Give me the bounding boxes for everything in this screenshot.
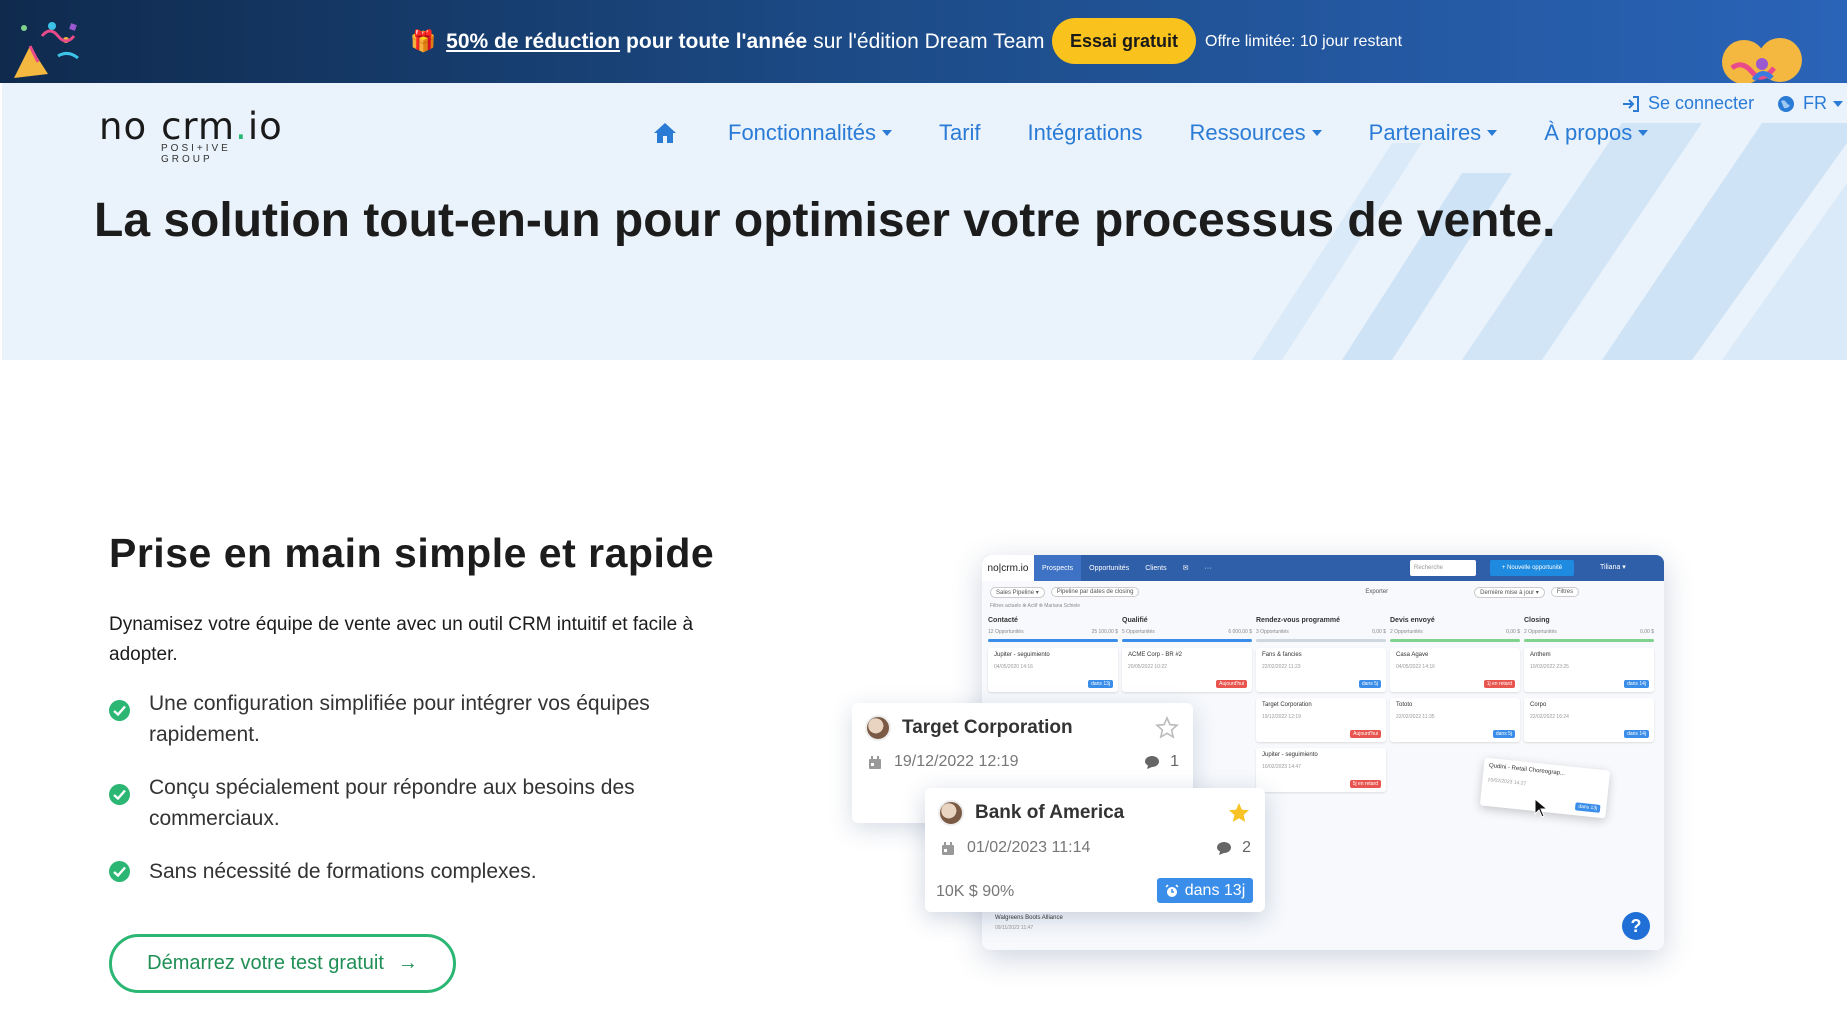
login-link[interactable]: Se connecter [1622,93,1754,114]
hero-title: La solution tout-en-un pour optimiser vo… [94,194,1556,247]
mock-user: Tiliana ▾ [1600,564,1626,571]
mock-column-title: Contacté [988,617,1018,624]
calendar-icon [942,842,954,855]
comment-icon [1217,841,1232,855]
card-date: 19/12/2022 12:19 [894,753,1019,770]
gift-icon: 🎁 [410,29,437,53]
arrow-right-icon: → [397,952,418,974]
mock-card: Anthem 10/03/2022 23:25 dans 14j [1524,648,1654,692]
mock-new-button: + Nouvelle opportunité [1490,560,1574,576]
list-item: Une configuration simplifiée pour intégr… [109,688,749,750]
promo-discount-link[interactable]: 50% de réduction [446,30,620,54]
promo-banner: 🎁 50% de réduction pour toute l'année su… [0,0,1847,83]
mock-toolbar: Sales Pipeline ▾ Pipeline par dates de c… [982,581,1664,603]
globe-icon [1778,95,1794,112]
mock-tab: ✉ [1182,565,1189,572]
language-selector[interactable]: FR [1777,93,1843,114]
due-badge: dans 13j [1157,878,1253,903]
chevron-down-icon [1638,130,1649,136]
list-item: Sans nécessité de formations complexes. [109,856,749,887]
confetti-icon [14,22,79,78]
list-item: Conçu spécialement pour répondre aux bes… [109,772,749,834]
chevron-down-icon [881,130,892,136]
avatar [938,800,964,826]
help-icon[interactable]: ? [1622,912,1650,940]
nav-pricing[interactable]: Tarif [939,120,981,146]
nav-features[interactable]: Fonctionnalités [728,120,892,146]
mock-column-title: Qualifié [1122,617,1148,624]
start-free-trial-button[interactable]: Démarrez votre test gratuit → [109,934,456,993]
mock-topbar: no|crm.io Prospects Opportunités Clients… [982,555,1664,581]
card-title: Target Corporation [902,717,1073,738]
balloons-icon [1722,38,1802,83]
nav-about[interactable]: À propos [1544,120,1649,146]
feature-title: Prise en main simple et rapide [109,530,715,576]
mock-column-meta: 5 Opportunités 6 000,00 $ [1122,629,1252,635]
nav-integrations[interactable]: Intégrations [1028,120,1143,146]
free-trial-button[interactable]: Essai gratuit [1052,18,1196,64]
comment-icon [1145,755,1160,769]
alarm-icon [1165,883,1179,897]
login-icon [1623,95,1639,112]
mock-card: Tototo 22/02/2022 11:35 dans 5j [1390,698,1520,742]
mock-card: Jupiter - seguimiento 04/05/2020 14:16 dan… [988,648,1118,692]
mock-card: Fans & fancies 22/02/2022 11:23 dans 5j [1256,648,1386,692]
mock-tab: Prospects [1034,555,1082,581]
mock-column-bar [1122,639,1252,642]
star-filled-icon[interactable] [1227,801,1251,825]
home-icon[interactable] [652,121,678,145]
card-title: Bank of America [975,802,1125,823]
star-outline-icon[interactable] [1155,716,1179,740]
mock-column-bar [1390,639,1520,642]
mock-card: Corpo 22/02/2022 16:24 dans 14j [1524,698,1654,742]
mock-card: ACME Corp - BR #2 20/05/2022 10:22 Aujourd… [1122,648,1252,692]
card-date: 01/02/2023 11:14 [967,839,1091,856]
mock-column-title: Closing [1524,617,1550,624]
feature-bullets: Une configuration simplifiée pour intégr… [109,688,749,909]
comment-count: 1 [1144,753,1179,771]
mock-column-meta: 3 Opportunités 0,00 $ [1256,629,1386,635]
mock-column-title: Devis envoyé [1390,617,1435,624]
mock-column-title: Rendez-vous programmé [1256,617,1341,624]
mock-filters: Filtres actuels ⊗ Actif ⊗ Mariana Schiel… [990,603,1081,609]
mock-column-meta: 2 Opportunités 0,00 $ [1390,629,1520,635]
cursor-icon [1534,798,1548,818]
nav-resources[interactable]: Ressources [1190,120,1322,146]
comment-count: 2 [1216,839,1251,857]
promo-normal-text: sur l'édition Dream Team [813,29,1045,53]
mock-card: Jupiter - seguimiento 10/02/2023 14:47 5j … [1256,748,1386,792]
mock-logo: no|crm.io [982,555,1034,581]
mock-card: Target Corporation 19/12/2022 12:19 Aujour… [1256,698,1386,742]
mock-card: Casa Agave 04/05/2022 14:16 1j en retard [1390,648,1520,692]
mock-column: Rendez-vous programmé 3 Opportunités 0,00 … [1256,613,1386,798]
avatar [865,715,891,741]
mock-tab: Opportunités [1089,564,1130,572]
mock-card-walgreens: Walgreens Boots Alliance 09/11/2022 11:4… [995,915,1063,931]
opportunity-card-boa[interactable]: Bank of America 01/02/2023 11:14 2 10K $… [925,788,1265,912]
logo-subtitle: POSI+IVE GROUP [161,143,231,165]
check-icon [109,700,130,721]
nav-partners[interactable]: Partenaires [1369,120,1498,146]
chevron-down-icon [1487,130,1498,136]
promo-bold-text: pour toute l'année [626,29,808,53]
mock-column-bar [1524,639,1654,642]
mock-tab: Clients [1145,564,1167,572]
main-nav: Fonctionnalités Tarif Intégrations Resso… [652,113,1695,153]
chevron-down-icon [1311,130,1322,136]
check-icon [109,784,130,805]
mock-column-meta: 12 Opportunités 25 100,00 $ [988,629,1118,635]
hero-section: no crm. io POSI+IVE GROUP Se connecter FR… [2,83,1847,360]
card-amount: 10K $ 90% [936,883,1015,900]
promo-text: 🎁 50% de réduction pour toute l'année su… [410,0,1044,83]
mock-search: Recherche [1410,560,1476,576]
check-icon [109,861,130,882]
mock-column-meta: 2 Opportunités 0,00 $ [1524,629,1654,635]
mock-column-bar [988,639,1118,642]
mock-column-bar [1256,639,1386,642]
offer-countdown: Offre limitée: 10 jour restant [1205,32,1403,50]
nocrm-logo[interactable]: no crm. io POSI+IVE GROUP [99,103,282,166]
mock-tab: ··· [1204,564,1212,572]
feature-description: Dynamisez votre équipe de vente avec un … [109,614,694,665]
calendar-icon [869,756,881,769]
